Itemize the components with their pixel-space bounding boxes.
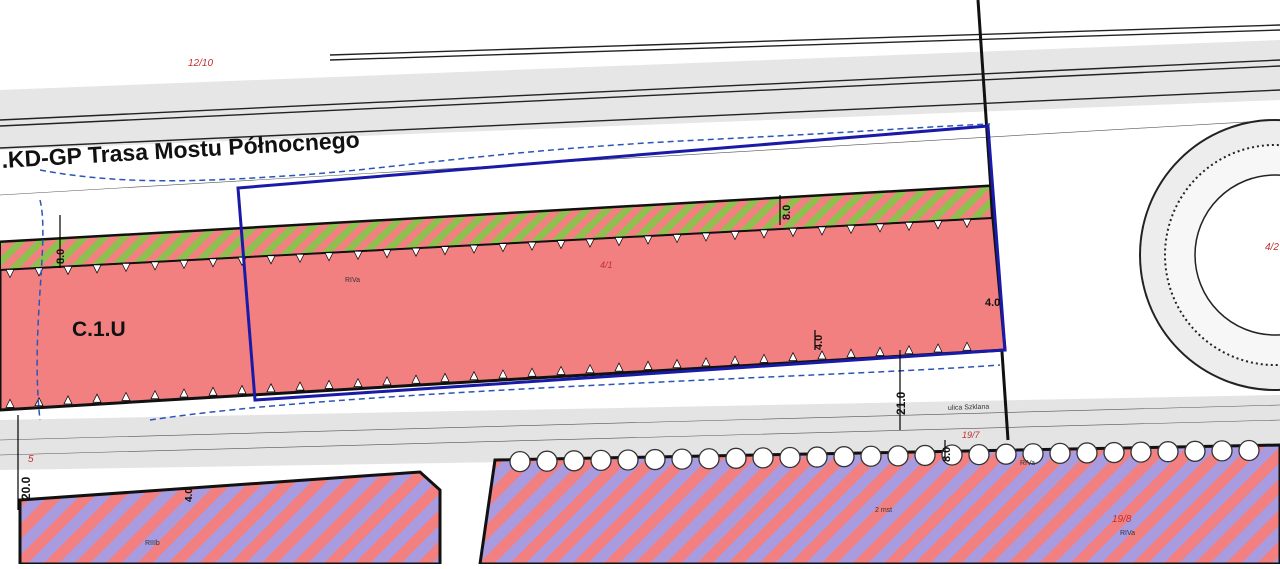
tree-circle xyxy=(1238,439,1260,462)
land-class-label-1: RIVa xyxy=(345,277,360,284)
parcel-label-3: 19/7 xyxy=(962,430,981,440)
tree-circle xyxy=(833,446,855,468)
tree-circle xyxy=(590,449,612,472)
tree-circle xyxy=(644,448,666,471)
tree-circle xyxy=(671,448,693,470)
road-band-top xyxy=(0,40,1280,150)
tree-circle xyxy=(536,450,558,472)
tree-circle xyxy=(860,445,882,467)
zone-bottom-left[interactable] xyxy=(18,470,442,566)
dimension-4: 4.0 xyxy=(813,335,825,350)
dimension-6: 20.0 xyxy=(19,476,33,500)
street-label: ulica Szklana xyxy=(948,404,990,412)
tree-circle xyxy=(968,443,990,466)
tree-circle xyxy=(1049,442,1071,465)
dimension-5: 21.0 xyxy=(894,391,908,415)
zone-label: C.1.U xyxy=(72,318,126,341)
roundabout xyxy=(1139,119,1280,391)
parcel-label-5: 4/2 xyxy=(1265,242,1279,253)
tree-circle xyxy=(779,446,801,469)
parking-label: 2 mst xyxy=(875,507,892,514)
parcel-label-1: 12/10 xyxy=(188,58,213,69)
tree-circle xyxy=(725,447,747,469)
tree-circle xyxy=(1184,440,1206,462)
tree-circle xyxy=(914,444,936,467)
tree-circle xyxy=(887,445,909,467)
dimension-2: 8.0 xyxy=(781,205,793,220)
tree-circle xyxy=(995,443,1017,465)
tree-circle xyxy=(1103,441,1125,464)
parcel-label-4: 19/8 xyxy=(1112,514,1132,525)
map-svg: /* placeholder */ .KD-GP Trasa Mostu Pół… xyxy=(0,0,1280,566)
tree-circle xyxy=(698,448,720,470)
tree-circle xyxy=(1157,441,1179,463)
tree-circle xyxy=(1130,441,1152,463)
dimension-1: 8.0 xyxy=(55,249,67,264)
dimension-7: 8.0 xyxy=(941,447,953,462)
land-class-label-3: RIVa xyxy=(1020,460,1035,467)
tree-circle xyxy=(752,447,774,469)
tree-circle xyxy=(1211,440,1233,462)
tree-circle xyxy=(1076,442,1098,464)
tree-circle xyxy=(563,450,585,472)
dimension-8: 4.0 xyxy=(184,488,195,502)
parcel-label-2: 4/1 xyxy=(600,260,613,270)
map-canvas[interactable]: /* placeholder */ .KD-GP Trasa Mostu Pół… xyxy=(0,0,1280,566)
tree-circle xyxy=(806,446,828,468)
land-class-label-4: RIVa xyxy=(1120,530,1135,537)
land-class-label-2: RIIIb xyxy=(145,540,160,547)
dimension-3: 4.0 xyxy=(985,297,1000,309)
tree-circle xyxy=(509,450,531,473)
tree-circle xyxy=(617,449,639,471)
parcel-label-6: 5 xyxy=(28,454,34,465)
